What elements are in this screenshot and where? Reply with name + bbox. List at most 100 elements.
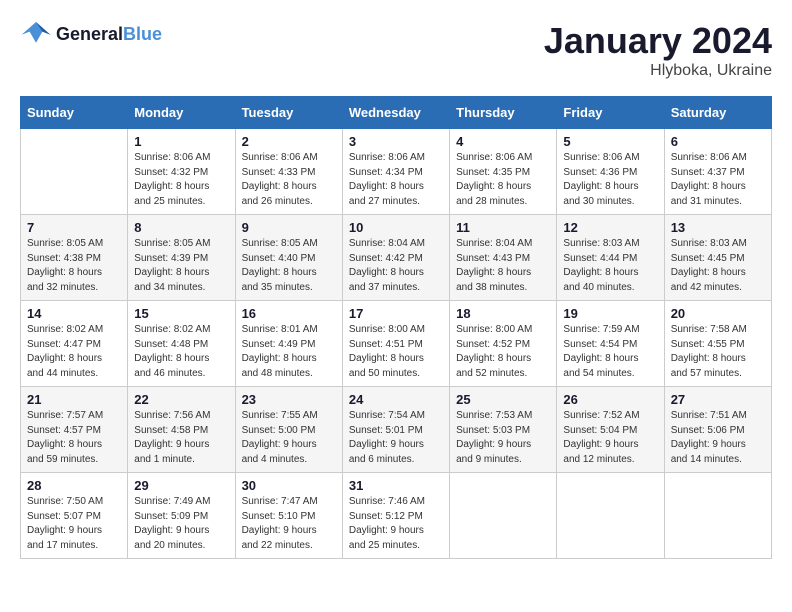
calendar-cell: 2Sunrise: 8:06 AM Sunset: 4:33 PM Daylig… [235, 129, 342, 215]
calendar-cell: 13 Sunrise: 8:03 AM Sunset: 4:45 PM Dayli… [664, 215, 771, 301]
day-info: Sunrise: 8:05 AM Sunset: 4:40 PM Dayligh… [242, 237, 336, 295]
calendar-cell: 24 Sunrise: 7:54 AM Sunset: 5:01 PM Dayli… [342, 387, 449, 473]
day-info: Sunrise: 7:51 AM Sunset: 5:06 PM Dayligh… [671, 409, 765, 467]
calendar-cell: 30 Sunrise: 7:47 AM Sunset: 5:10 PM Dayli… [235, 473, 342, 559]
calendar-cell: 14Sunrise: 8:02 AM Sunset: 4:47 PM Dayli… [21, 301, 128, 387]
day-info: Sunrise: 8:06 AM Sunset: 4:33 PM Dayligh… [242, 151, 336, 209]
day-number: 9 [242, 220, 336, 235]
weekday-header-cell: Tuesday [235, 97, 342, 129]
calendar-cell: 29 Sunrise: 7:49 AM Sunset: 5:09 PM Dayli… [128, 473, 235, 559]
day-number: 29 [134, 478, 228, 493]
day-number: 5 [563, 134, 657, 149]
title-block: January 2024 Hlyboka, Ukraine [544, 20, 772, 80]
day-number: 30 [242, 478, 336, 493]
day-info: Sunrise: 7:46 AM Sunset: 5:12 PM Dayligh… [349, 495, 443, 553]
day-info: Sunrise: 8:03 AM Sunset: 4:44 PM Dayligh… [563, 237, 657, 295]
calendar-cell: 1 Sunrise: 8:06 AM Sunset: 4:32 PM Daylig… [128, 129, 235, 215]
calendar-cell: 8 Sunrise: 8:05 AM Sunset: 4:39 PM Daylig… [128, 215, 235, 301]
day-number: 16 [242, 306, 336, 321]
calendar-cell: 11 Sunrise: 8:04 AM Sunset: 4:43 PM Dayli… [450, 215, 557, 301]
logo-text: GeneralBlue [56, 24, 162, 45]
day-info: Sunrise: 8:05 AM Sunset: 4:39 PM Dayligh… [134, 237, 228, 295]
calendar-cell: 31 Sunrise: 7:46 AM Sunset: 5:12 PM Dayli… [342, 473, 449, 559]
calendar-week-row: 28Sunrise: 7:50 AM Sunset: 5:07 PM Dayli… [21, 473, 772, 559]
calendar-cell: 3Sunrise: 8:06 AM Sunset: 4:34 PM Daylig… [342, 129, 449, 215]
calendar-cell [664, 473, 771, 559]
weekday-header-cell: Friday [557, 97, 664, 129]
calendar-table: SundayMondayTuesdayWednesdayThursdayFrid… [20, 96, 772, 559]
calendar-cell: 23 Sunrise: 7:55 AM Sunset: 5:00 PM Dayli… [235, 387, 342, 473]
calendar-cell: 4 Sunrise: 8:06 AM Sunset: 4:35 PM Daylig… [450, 129, 557, 215]
day-info: Sunrise: 8:06 AM Sunset: 4:34 PM Dayligh… [349, 151, 443, 209]
calendar-cell: 25Sunrise: 7:53 AM Sunset: 5:03 PM Dayli… [450, 387, 557, 473]
calendar-cell: 9 Sunrise: 8:05 AM Sunset: 4:40 PM Daylig… [235, 215, 342, 301]
day-number: 20 [671, 306, 765, 321]
day-info: Sunrise: 7:52 AM Sunset: 5:04 PM Dayligh… [563, 409, 657, 467]
day-info: Sunrise: 8:05 AM Sunset: 4:38 PM Dayligh… [27, 237, 121, 295]
day-number: 27 [671, 392, 765, 407]
day-info: Sunrise: 8:03 AM Sunset: 4:45 PM Dayligh… [671, 237, 765, 295]
calendar-cell [21, 129, 128, 215]
day-number: 10 [349, 220, 443, 235]
day-info: Sunrise: 8:02 AM Sunset: 4:47 PM Dayligh… [27, 323, 121, 381]
day-info: Sunrise: 8:06 AM Sunset: 4:36 PM Dayligh… [563, 151, 657, 209]
day-info: Sunrise: 7:53 AM Sunset: 5:03 PM Dayligh… [456, 409, 550, 467]
day-info: Sunrise: 8:04 AM Sunset: 4:43 PM Dayligh… [456, 237, 550, 295]
day-info: Sunrise: 8:06 AM Sunset: 4:32 PM Dayligh… [134, 151, 228, 209]
day-number: 15 [134, 306, 228, 321]
calendar-cell: 15 Sunrise: 8:02 AM Sunset: 4:48 PM Dayli… [128, 301, 235, 387]
calendar-week-row: 7Sunrise: 8:05 AM Sunset: 4:38 PM Daylig… [21, 215, 772, 301]
calendar-cell: 21 Sunrise: 7:57 AM Sunset: 4:57 PM Dayli… [21, 387, 128, 473]
day-info: Sunrise: 7:49 AM Sunset: 5:09 PM Dayligh… [134, 495, 228, 553]
day-number: 8 [134, 220, 228, 235]
day-number: 24 [349, 392, 443, 407]
calendar-cell: 26 Sunrise: 7:52 AM Sunset: 5:04 PM Dayli… [557, 387, 664, 473]
day-info: Sunrise: 7:58 AM Sunset: 4:55 PM Dayligh… [671, 323, 765, 381]
calendar-cell: 18 Sunrise: 8:00 AM Sunset: 4:52 PM Dayli… [450, 301, 557, 387]
day-number: 1 [134, 134, 228, 149]
day-info: Sunrise: 7:57 AM Sunset: 4:57 PM Dayligh… [27, 409, 121, 467]
calendar-cell: 5 Sunrise: 8:06 AM Sunset: 4:36 PM Daylig… [557, 129, 664, 215]
day-number: 13 [671, 220, 765, 235]
calendar-cell: 12Sunrise: 8:03 AM Sunset: 4:44 PM Dayli… [557, 215, 664, 301]
day-number: 23 [242, 392, 336, 407]
month-title: January 2024 [544, 20, 772, 62]
day-info: Sunrise: 8:06 AM Sunset: 4:37 PM Dayligh… [671, 151, 765, 209]
day-info: Sunrise: 8:06 AM Sunset: 4:35 PM Dayligh… [456, 151, 550, 209]
day-info: Sunrise: 7:55 AM Sunset: 5:00 PM Dayligh… [242, 409, 336, 467]
day-info: Sunrise: 7:59 AM Sunset: 4:54 PM Dayligh… [563, 323, 657, 381]
calendar-week-row: 1 Sunrise: 8:06 AM Sunset: 4:32 PM Daylig… [21, 129, 772, 215]
calendar-cell: 17 Sunrise: 8:00 AM Sunset: 4:51 PM Dayli… [342, 301, 449, 387]
day-number: 31 [349, 478, 443, 493]
day-info: Sunrise: 8:00 AM Sunset: 4:51 PM Dayligh… [349, 323, 443, 381]
day-number: 19 [563, 306, 657, 321]
day-number: 21 [27, 392, 121, 407]
weekday-header-cell: Wednesday [342, 97, 449, 129]
day-info: Sunrise: 8:02 AM Sunset: 4:48 PM Dayligh… [134, 323, 228, 381]
location-subtitle: Hlyboka, Ukraine [544, 62, 772, 80]
day-info: Sunrise: 8:00 AM Sunset: 4:52 PM Dayligh… [456, 323, 550, 381]
calendar-cell [450, 473, 557, 559]
calendar-body: 1 Sunrise: 8:06 AM Sunset: 4:32 PM Daylig… [21, 129, 772, 559]
day-number: 6 [671, 134, 765, 149]
day-number: 17 [349, 306, 443, 321]
calendar-week-row: 21 Sunrise: 7:57 AM Sunset: 4:57 PM Dayli… [21, 387, 772, 473]
day-info: Sunrise: 8:01 AM Sunset: 4:49 PM Dayligh… [242, 323, 336, 381]
calendar-cell: 20 Sunrise: 7:58 AM Sunset: 4:55 PM Dayli… [664, 301, 771, 387]
weekday-header-cell: Sunday [21, 97, 128, 129]
day-number: 22 [134, 392, 228, 407]
day-number: 18 [456, 306, 550, 321]
day-number: 11 [456, 220, 550, 235]
weekday-header-cell: Monday [128, 97, 235, 129]
day-info: Sunrise: 7:47 AM Sunset: 5:10 PM Dayligh… [242, 495, 336, 553]
day-number: 4 [456, 134, 550, 149]
day-info: Sunrise: 7:56 AM Sunset: 4:58 PM Dayligh… [134, 409, 228, 467]
weekday-header-cell: Saturday [664, 97, 771, 129]
day-info: Sunrise: 7:50 AM Sunset: 5:07 PM Dayligh… [27, 495, 121, 553]
day-info: Sunrise: 7:54 AM Sunset: 5:01 PM Dayligh… [349, 409, 443, 467]
calendar-cell: 6 Sunrise: 8:06 AM Sunset: 4:37 PM Daylig… [664, 129, 771, 215]
day-number: 26 [563, 392, 657, 407]
calendar-week-row: 14Sunrise: 8:02 AM Sunset: 4:47 PM Dayli… [21, 301, 772, 387]
calendar-cell: 27 Sunrise: 7:51 AM Sunset: 5:06 PM Dayli… [664, 387, 771, 473]
calendar-cell [557, 473, 664, 559]
